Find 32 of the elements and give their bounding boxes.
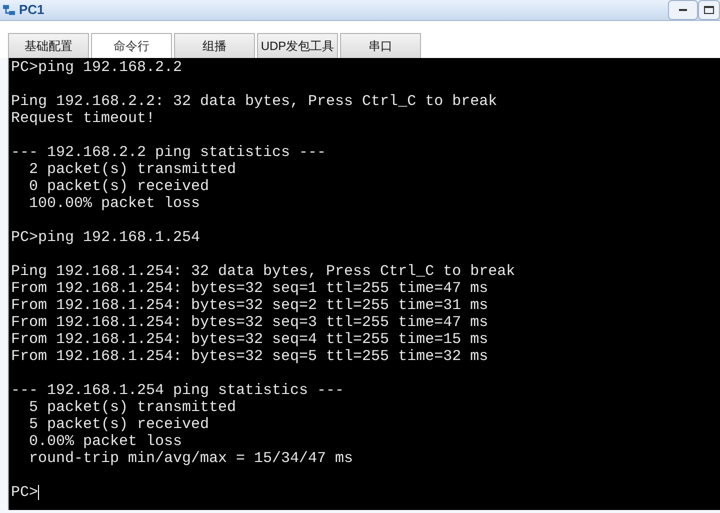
terminal-line: 0 packet(s) received (28, 178, 210, 195)
terminal-line: From 192.168.1.254: bytes=32 seq=5 ttl=255 time=32 ms (11, 348, 488, 365)
terminal-line: --- 192.168.1.254 ping statistics --- (11, 382, 344, 399)
terminal-line: 5 packet(s) transmitted (28, 399, 236, 416)
terminal-line: Ping 192.168.2.2: 32 data bytes, Press Ctrl_C to break (11, 93, 498, 110)
terminal-line: From 192.168.1.254: bytes=32 seq=3 ttl=255 time=47 ms (11, 314, 488, 331)
terminal-line: --- 192.168.2.2 ping statistics --- (11, 144, 326, 161)
tab[interactable]: UDP发包工具 (257, 33, 338, 58)
tab[interactable]: 组播 (174, 33, 255, 58)
terminal-line: PC>ping 192.168.1.254 (11, 229, 200, 246)
terminal-line: From 192.168.1.254: bytes=32 seq=2 ttl=255 time=31 ms (11, 297, 488, 314)
terminal-line: Request timeout! (11, 110, 156, 127)
terminal-line: From 192.168.1.254: bytes=32 seq=4 ttl=255 time=15 ms (11, 331, 488, 348)
network-icon (2, 3, 16, 17)
terminal-line: PC>ping 192.168.2.2 (11, 59, 182, 76)
maximize-icon (704, 6, 714, 14)
terminal-line: 100.00% packet loss (28, 195, 200, 212)
tab[interactable]: 基础配置 (8, 33, 89, 58)
text-cursor (38, 485, 40, 500)
terminal-line: 5 packet(s) received (28, 416, 210, 433)
terminal-line: round-trip min/avg/max = 15/34/47 ms (28, 450, 354, 467)
tab[interactable]: 命令行 (91, 33, 172, 58)
window-title: PC1 (19, 1, 44, 20)
minimize-button[interactable] (668, 0, 698, 20)
minimize-icon (679, 9, 687, 11)
terminal-line: Ping 192.168.1.254: 32 data bytes, Press Ctrl_C to break (11, 263, 516, 280)
terminal-prompt: PC> (11, 484, 38, 501)
terminal-line: 2 packet(s) transmitted (28, 161, 236, 178)
tab[interactable]: 串口 (340, 33, 421, 58)
terminal-line: 0.00% packet loss (28, 433, 182, 450)
maximize-button[interactable] (698, 0, 720, 20)
terminal-line: From 192.168.1.254: bytes=32 seq=1 ttl=255 time=47 ms (11, 280, 488, 297)
